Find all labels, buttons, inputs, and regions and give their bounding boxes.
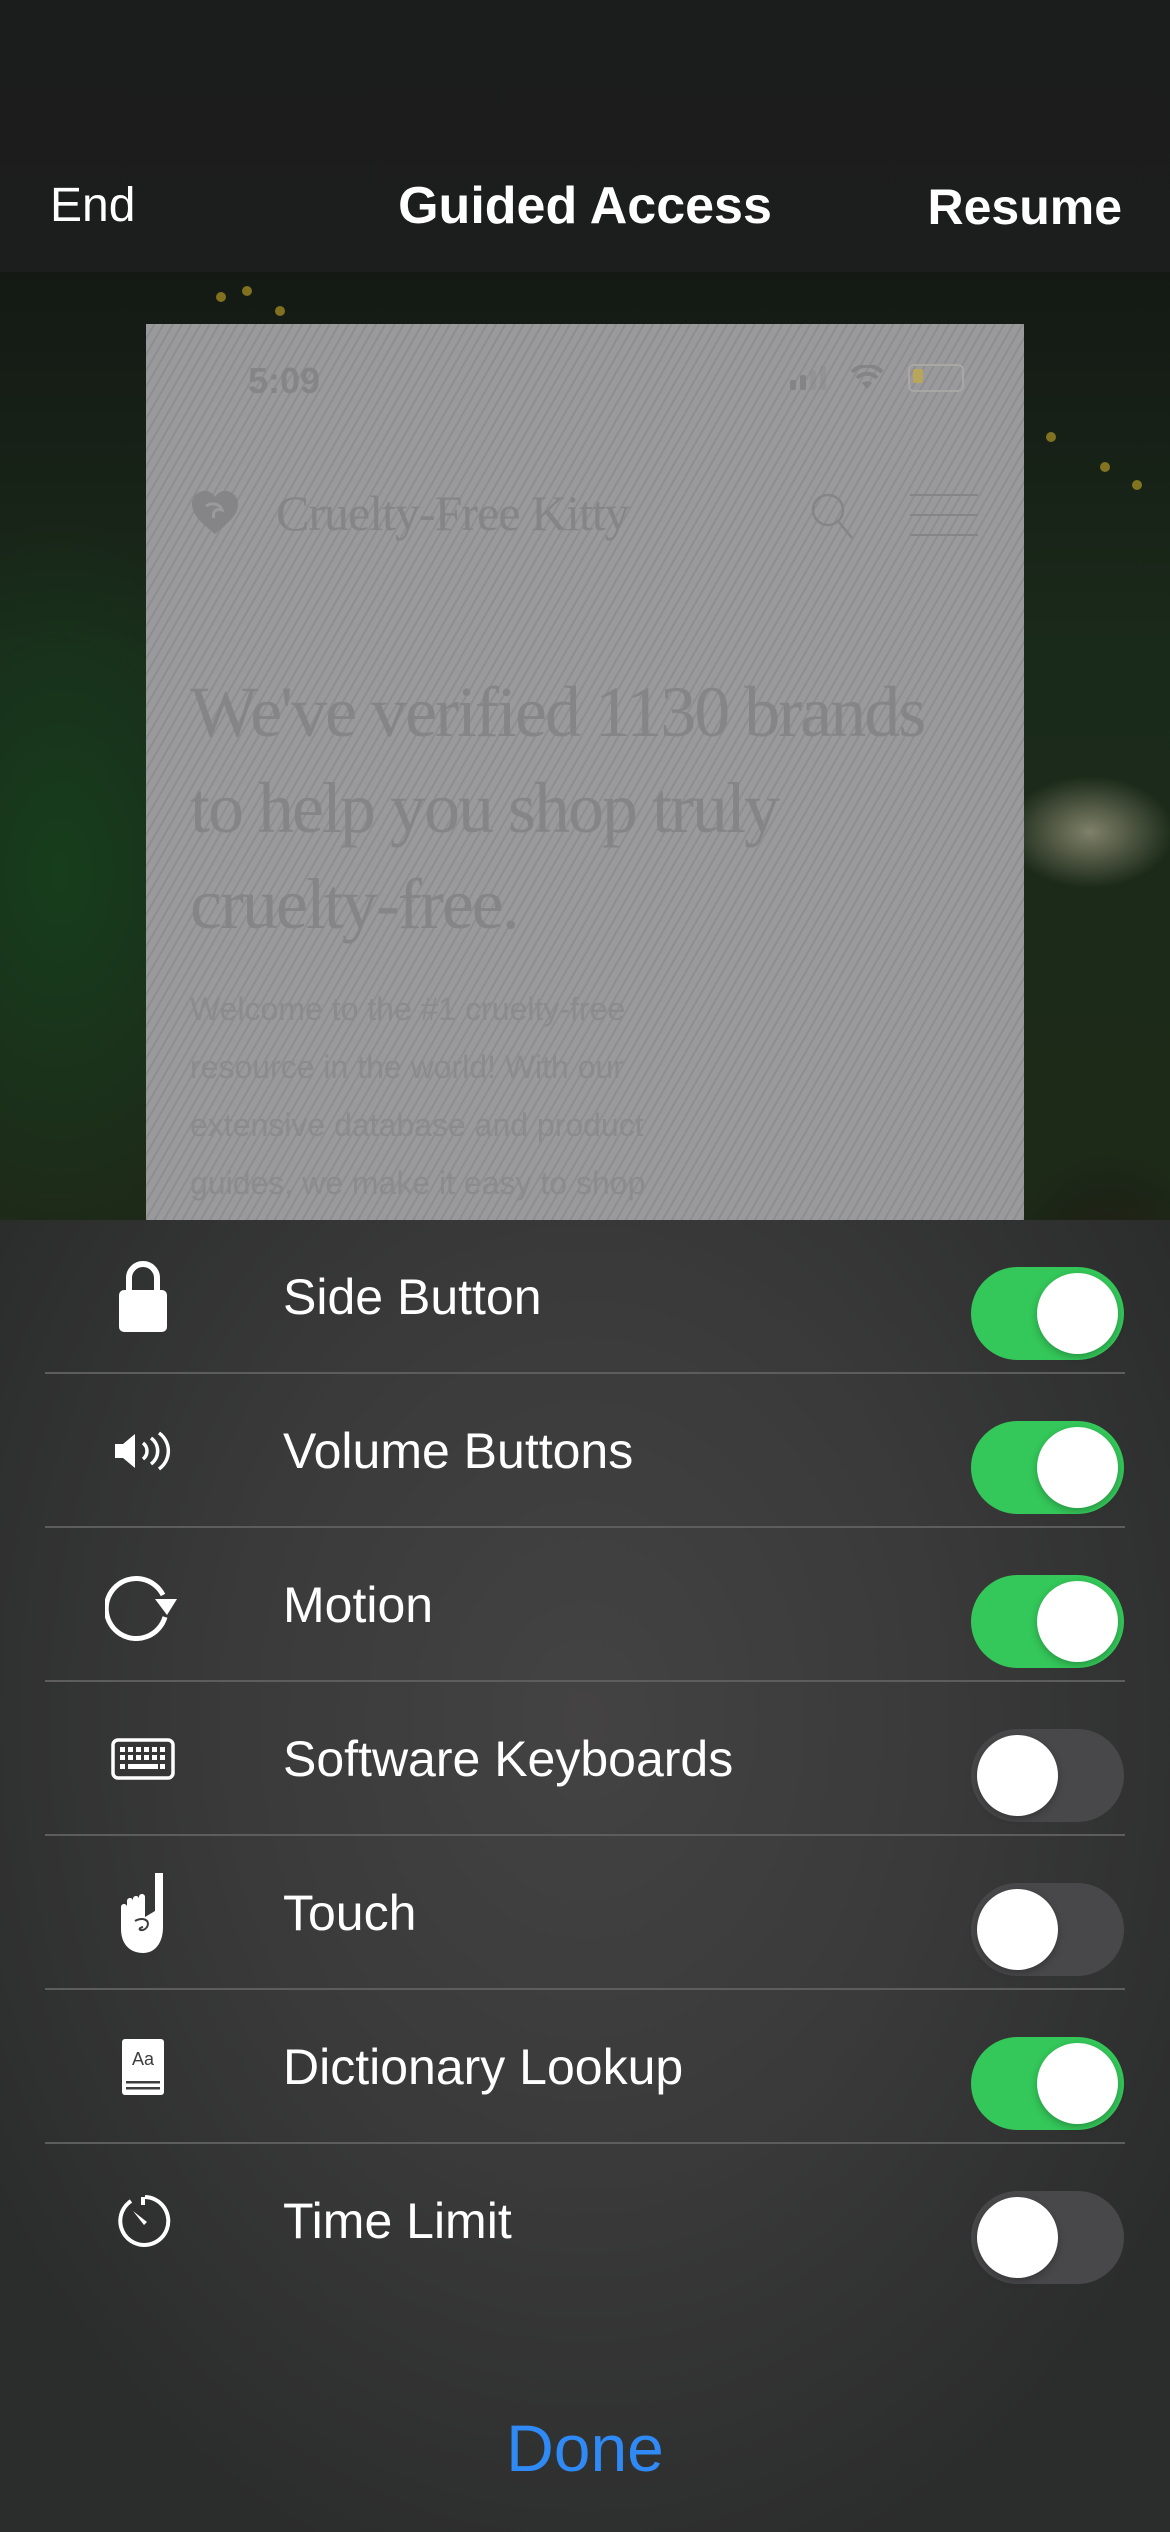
toggle-knob (1037, 2043, 1118, 2124)
option-label: Time Limit (283, 2193, 512, 2249)
option-touch: Touch (0, 1836, 1170, 1990)
navigation-bar: End Guided Access Resume (0, 0, 1170, 272)
dictionary-lookup-toggle[interactable] (971, 2037, 1124, 2130)
toggle-knob (977, 1889, 1058, 1970)
option-time-limit: Time Limit (0, 2144, 1170, 2298)
option-motion: Motion (0, 1528, 1170, 1682)
done-button[interactable]: Done (0, 2410, 1170, 2486)
option-label: Volume Buttons (283, 1423, 634, 1479)
side-button-toggle[interactable] (971, 1267, 1124, 1360)
battery-icon (908, 364, 964, 392)
option-label: Side Button (283, 1269, 542, 1325)
brand-name: Cruelty-Free Kitty (276, 485, 630, 541)
option-software-keyboards: Software Keyboards (0, 1682, 1170, 1836)
app-screen-preview[interactable]: 5:09 Cruelty-Free Kitty We've verified 1… (146, 324, 1024, 1220)
motion-toggle[interactable] (971, 1575, 1124, 1668)
toggle-knob (1037, 1273, 1118, 1354)
search-icon (811, 493, 853, 539)
option-label: Motion (283, 1577, 434, 1633)
toggle-knob (977, 2197, 1058, 2278)
heart-logo-icon (192, 491, 238, 534)
option-label: Software Keyboards (283, 1731, 734, 1787)
toggle-knob (1037, 1581, 1118, 1662)
lock-icon (100, 1220, 186, 1374)
option-label: Dictionary Lookup (283, 2039, 684, 2095)
option-dictionary-lookup: Aa Dictionary Lookup (0, 1990, 1170, 2144)
option-volume-buttons: Volume Buttons (0, 1374, 1170, 1528)
toggle-knob (977, 1735, 1058, 1816)
software-keyboards-toggle[interactable] (971, 1729, 1124, 1822)
cellular-signal-icon (790, 366, 826, 390)
guided-access-options-sheet: Side Button Volume Buttons Motion Softwa… (0, 1220, 1170, 2532)
toggle-knob (1037, 1427, 1118, 1508)
hamburger-menu-icon (910, 494, 978, 554)
hand-pointing-icon (100, 1836, 186, 1990)
hero-body-text: Welcome to the #1 cruelty-free resource … (190, 991, 646, 1201)
status-icons (790, 364, 964, 392)
status-time: 5:09 (248, 360, 321, 401)
touch-toggle[interactable] (971, 1883, 1124, 1976)
rotate-icon (100, 1528, 186, 1682)
option-label: Touch (283, 1885, 417, 1941)
wifi-icon (850, 365, 884, 389)
option-side-button: Side Button (0, 1220, 1170, 1374)
time-limit-toggle[interactable] (971, 2191, 1124, 2284)
dictionary-icon: Aa (100, 1990, 186, 2144)
hero-headline: We've verified 1130 brands to help you s… (190, 672, 926, 944)
speaker-icon (100, 1374, 186, 1528)
timer-icon (100, 2144, 186, 2298)
resume-button[interactable]: Resume (927, 178, 1122, 236)
options-list: Side Button Volume Buttons Motion Softwa… (0, 1220, 1170, 2298)
dictionary-icon-text: Aa (132, 2049, 155, 2069)
keyboard-icon (100, 1682, 186, 1836)
volume-buttons-toggle[interactable] (971, 1421, 1124, 1514)
